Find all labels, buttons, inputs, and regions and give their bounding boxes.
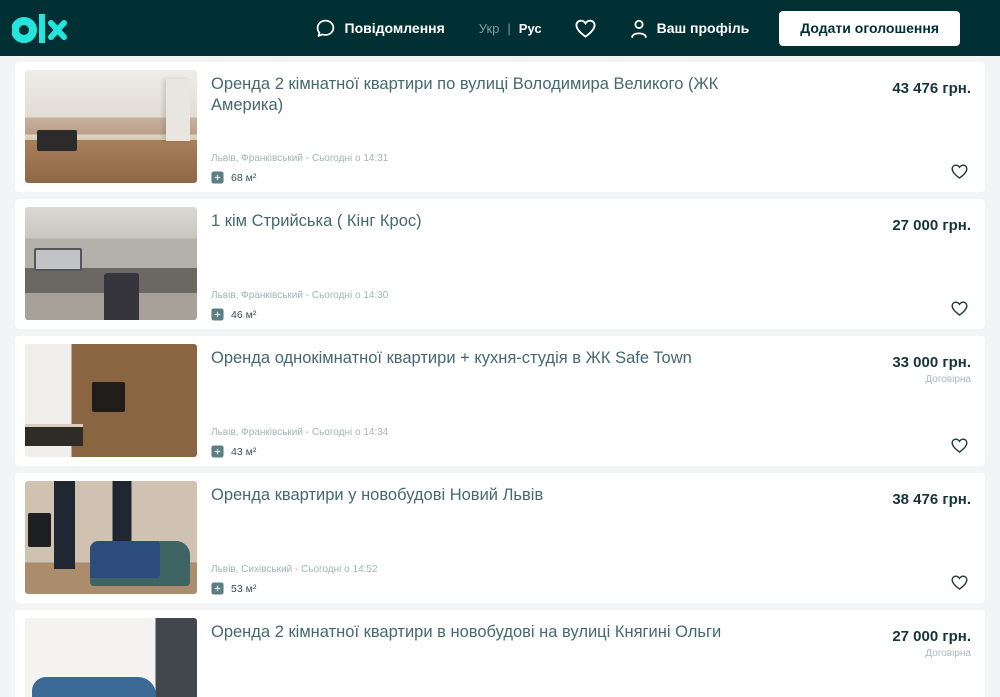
olx-logo[interactable] [12, 11, 70, 45]
chat-bubble-icon [316, 19, 334, 37]
listing-location-date: Львів, Франківський - Сьогодні о 14:31 [211, 153, 389, 164]
price-box: 27 000 грн. [892, 217, 971, 247]
favorite-button[interactable] [950, 437, 969, 454]
heart-icon [951, 301, 968, 316]
listing-info: Оренда квартири у новобудові Новий Львів… [197, 481, 975, 595]
heart-icon [575, 19, 596, 38]
listing-price: 27 000 грн. [892, 628, 971, 645]
favorites-link[interactable] [574, 18, 597, 39]
lang-separator: | [507, 20, 511, 36]
heart-icon [951, 575, 968, 590]
listing-area-row: 43 м² [211, 445, 785, 458]
top-header: Повідомлення Укр | Рус Ваш профіль Додат… [0, 0, 1000, 56]
listing-title[interactable]: Оренда 2 кімнатної квартири в новобудові… [211, 622, 785, 643]
add-listing-button[interactable]: Додати оголошення [779, 10, 960, 46]
listing-info: Оренда 2 кімнатної квартири по вулиці Во… [197, 70, 975, 184]
listing-area-row: 53 м² [211, 582, 785, 595]
price-box: 38 476 грн. [892, 491, 971, 521]
listing-area: 53 м² [231, 582, 257, 595]
price-box: 27 000 грн. Договірна [892, 628, 971, 659]
lang-rus[interactable]: Рус [519, 21, 542, 36]
listing-meta: Львів, Франківський - Сьогодні о 14:30 4… [211, 290, 785, 321]
listing-card[interactable]: Оренда 2 кімнатної квартири по вулиці Во… [15, 62, 985, 192]
price-box: 33 000 грн. Договірна [892, 354, 971, 385]
listing-price-note: Договірна [925, 648, 971, 659]
favorite-button[interactable] [950, 574, 969, 591]
listing-meta: Львів, Франківський - Сьогодні о 14:31 6… [211, 153, 785, 184]
listing-area: 68 м² [231, 171, 257, 184]
listing-location-date: Львів, Франківський - Сьогодні о 14:30 [211, 290, 389, 301]
listing-location-date: Львів, Сихівський - Сьогодні о 14:52 [211, 564, 378, 575]
listing-photo[interactable] [25, 344, 197, 457]
listing-price: 27 000 грн. [892, 217, 971, 234]
listing-price-note [892, 100, 971, 110]
area-icon [211, 582, 224, 595]
listing-photo[interactable] [25, 207, 197, 320]
listing-meta: Львів, Сихівський - Сьогодні о 14:52 53 … [211, 564, 785, 595]
messages-link[interactable]: Повідомлення [315, 18, 445, 39]
lang-ukr[interactable]: Укр [479, 21, 500, 36]
listing-photo[interactable] [25, 481, 197, 594]
listing-info: Оренда 2 кімнатної квартири в новобудові… [197, 618, 975, 697]
listing-photo[interactable] [25, 70, 197, 183]
listing-price-note [892, 237, 971, 247]
messages-label: Повідомлення [344, 20, 445, 36]
listing-area-row: 68 м² [211, 171, 785, 184]
favorite-button[interactable] [950, 163, 969, 180]
listing-title[interactable]: Оренда 2 кімнатної квартири по вулиці Во… [211, 74, 785, 117]
listing-meta: Львів, Франківський - Сьогодні о 14:34 4… [211, 427, 785, 458]
olx-logo-icon [12, 14, 67, 43]
language-switcher: Укр | Рус [479, 21, 542, 36]
listing-price: 43 476 грн. [892, 80, 971, 97]
heart-icon [951, 438, 968, 453]
profile-label: Ваш профіль [656, 20, 750, 36]
listing-area: 46 м² [231, 308, 257, 321]
listing-info: 1 кім Стрийська ( Кінг Крос) Львів, Фран… [197, 207, 975, 321]
listing-title[interactable]: Оренда однокімнатної квартири + кухня-ст… [211, 348, 785, 369]
listing-price: 38 476 грн. [892, 491, 971, 508]
listing-card[interactable]: Оренда 2 кімнатної квартири в новобудові… [15, 610, 985, 697]
listing-info: Оренда однокімнатної квартири + кухня-ст… [197, 344, 975, 458]
area-icon [211, 308, 224, 321]
listing-title[interactable]: Оренда квартири у новобудові Новий Львів [211, 485, 785, 506]
area-icon [211, 171, 224, 184]
favorite-button[interactable] [950, 300, 969, 317]
listing-card[interactable]: Оренда однокімнатної квартири + кухня-ст… [15, 336, 985, 466]
listings-list: Оренда 2 кімнатної квартири по вулиці Во… [0, 56, 1000, 697]
profile-link[interactable]: Ваш профіль [629, 18, 750, 39]
listing-price-note: Договірна [925, 374, 971, 385]
price-box: 43 476 грн. [892, 80, 971, 110]
listing-price: 33 000 грн. [892, 354, 971, 371]
heart-icon [951, 164, 968, 179]
listing-card[interactable]: Оренда квартири у новобудові Новий Львів… [15, 473, 985, 603]
listing-price-note [892, 511, 971, 521]
listing-location-date: Львів, Франківський - Сьогодні о 14:34 [211, 427, 389, 438]
area-icon [211, 445, 224, 458]
listing-title[interactable]: 1 кім Стрийська ( Кінг Крос) [211, 211, 785, 232]
listing-area: 43 м² [231, 445, 257, 458]
listing-photo[interactable] [25, 618, 197, 697]
listing-area-row: 46 м² [211, 308, 785, 321]
person-icon [630, 19, 647, 38]
listing-card[interactable]: 1 кім Стрийська ( Кінг Крос) Львів, Фран… [15, 199, 985, 329]
